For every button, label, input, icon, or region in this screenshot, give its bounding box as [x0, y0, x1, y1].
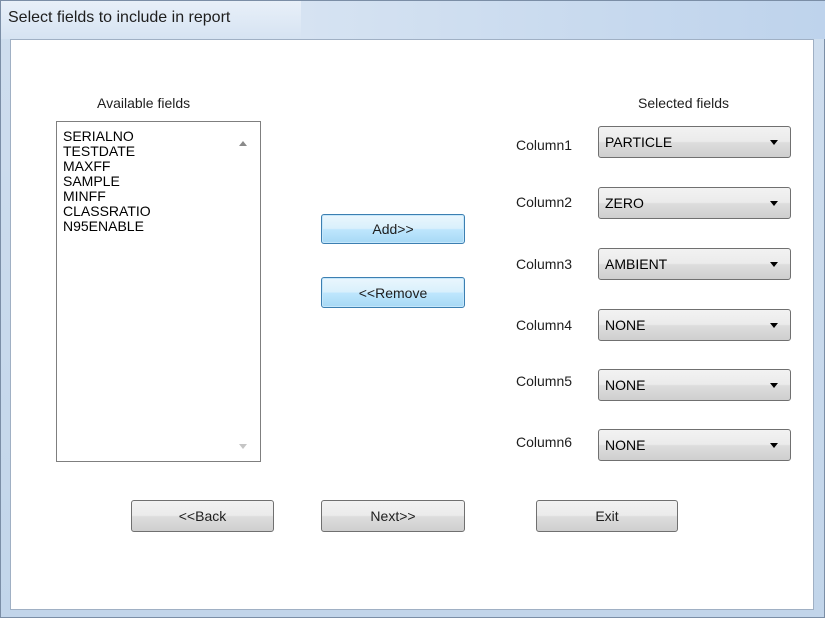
window-title: Select fields to include in report [8, 9, 231, 26]
column4-label: Column4 [516, 317, 573, 333]
dialog-window: Select fields to include in report Avail… [0, 0, 825, 618]
column5-label: Column5 [516, 373, 573, 389]
column3-value: AMBIENT [605, 256, 668, 272]
selected-fields-label: Selected fields [638, 95, 730, 111]
available-fields-label: Available fields [97, 95, 191, 111]
list-item[interactable]: N95ENABLE [63, 219, 151, 234]
next-button[interactable]: Next>> [321, 500, 465, 532]
column6-label: Column6 [516, 434, 573, 450]
column5-dropdown[interactable]: NONE [598, 369, 791, 401]
add-button[interactable]: Add>> [321, 214, 465, 244]
column6-value: NONE [605, 437, 646, 453]
column6-dropdown[interactable]: NONE [598, 429, 791, 461]
chevron-down-icon [770, 323, 778, 328]
back-button[interactable]: <<Back [131, 500, 274, 532]
available-fields-list[interactable]: SERIALNO TESTDATE MAXFF SAMPLE MINFF CLA… [56, 121, 261, 462]
title-bar-glass [301, 1, 825, 39]
column2-dropdown[interactable]: ZERO [598, 187, 791, 219]
column1-label: Column1 [516, 137, 573, 153]
chevron-down-icon [770, 201, 778, 206]
column4-dropdown[interactable]: NONE [598, 309, 791, 341]
column3-label: Column3 [516, 256, 573, 272]
list-item[interactable]: CLASSRATIO [63, 204, 151, 219]
list-item[interactable]: TESTDATE [63, 144, 151, 159]
scroll-down-arrow-icon[interactable] [239, 444, 247, 449]
title-bar: Select fields to include in report [1, 1, 301, 39]
column3-dropdown[interactable]: AMBIENT [598, 248, 791, 280]
chevron-down-icon [770, 262, 778, 267]
list-item[interactable]: MAXFF [63, 159, 151, 174]
column4-value: NONE [605, 317, 646, 333]
list-scrollbar[interactable] [230, 122, 260, 461]
exit-button[interactable]: Exit [536, 500, 678, 532]
column1-value: PARTICLE [605, 134, 673, 150]
remove-button[interactable]: <<Remove [321, 277, 465, 308]
list-item[interactable]: SERIALNO [63, 129, 151, 144]
column1-dropdown[interactable]: PARTICLE [598, 126, 791, 158]
chevron-down-icon [770, 383, 778, 388]
available-fields-items: SERIALNO TESTDATE MAXFF SAMPLE MINFF CLA… [63, 129, 151, 234]
column2-label: Column2 [516, 194, 573, 210]
list-item[interactable]: SAMPLE [63, 174, 151, 189]
column2-value: ZERO [605, 195, 644, 211]
list-item[interactable]: MINFF [63, 189, 151, 204]
column5-value: NONE [605, 377, 646, 393]
scroll-up-arrow-icon[interactable] [239, 141, 247, 146]
chevron-down-icon [770, 443, 778, 448]
chevron-down-icon [770, 140, 778, 145]
